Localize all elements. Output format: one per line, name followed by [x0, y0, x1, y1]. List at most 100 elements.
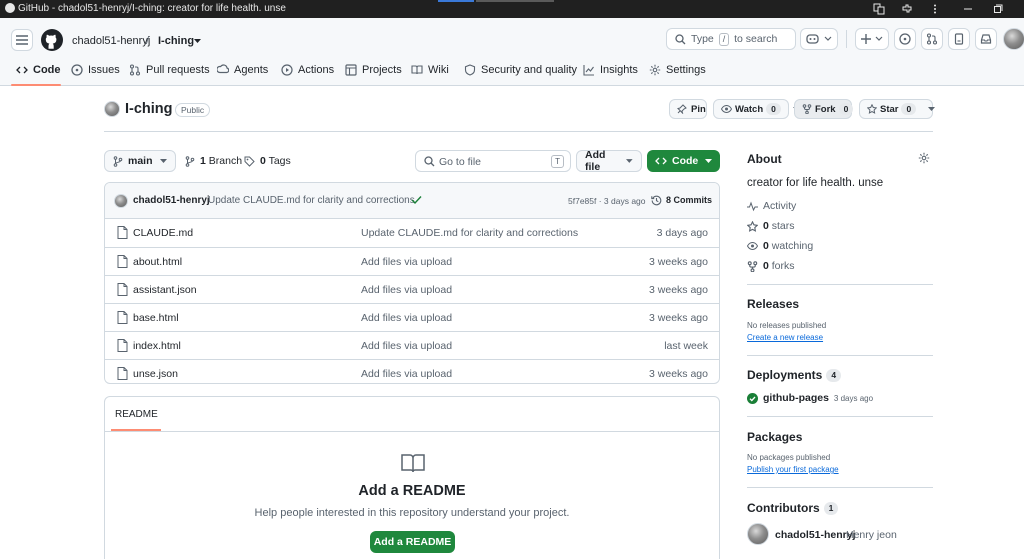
create-new-button[interactable] [855, 28, 889, 50]
publish-package-link[interactable]: Publish your first package [747, 465, 839, 474]
contributor-avatar[interactable] [747, 523, 769, 545]
file-row[interactable]: CLAUDE.md Update CLAUDE.md for clarity a… [105, 219, 719, 247]
file-commit-message[interactable]: Add files via upload [361, 368, 452, 380]
forks-label: forks [771, 260, 795, 272]
translate-icon[interactable] [873, 3, 885, 15]
gear-icon[interactable] [918, 152, 930, 164]
contributor-login[interactable]: chadol51-henryj [775, 529, 856, 541]
branch-selector[interactable]: main [104, 150, 176, 172]
table-icon [345, 64, 357, 76]
fork-button[interactable]: Fork 0 [794, 99, 854, 119]
packages-heading[interactable]: Packages [747, 430, 802, 444]
active-tab-underline [11, 84, 61, 86]
watch-button[interactable]: Watch 0 [713, 99, 800, 119]
file-name[interactable]: base.html [133, 312, 179, 324]
releases-heading[interactable]: Releases [747, 297, 799, 311]
breadcrumb-owner[interactable]: chadol51-henryj [72, 35, 150, 47]
tab-agents[interactable]: Agents [217, 64, 268, 86]
tab-projects[interactable]: Projects [345, 64, 402, 86]
search-prefix: Type [691, 33, 714, 45]
repo-title[interactable]: I-ching [125, 101, 173, 117]
notifications-button[interactable] [975, 28, 997, 50]
file-name[interactable]: CLAUDE.md [133, 227, 193, 239]
search-shortcut-key: / [718, 33, 730, 46]
restore-icon[interactable] [992, 3, 1004, 15]
tab-label: Agents [234, 64, 269, 76]
tab-insights[interactable]: Insights [583, 64, 638, 86]
file-row[interactable]: unse.json Add files via upload 3 weeks a… [105, 359, 719, 383]
add-readme-button[interactable]: Add a README [370, 531, 455, 553]
commit-author[interactable]: chadol51-henryj [133, 195, 210, 206]
menu-button[interactable] [11, 29, 33, 51]
code-dropdown-button[interactable]: Code [647, 150, 720, 172]
create-release-link[interactable]: Create a new release [747, 333, 823, 342]
watching-link[interactable]: 0 watching [747, 240, 813, 252]
star-button[interactable]: Star 0 [859, 99, 936, 119]
file-name[interactable]: unse.json [133, 368, 178, 380]
user-avatar[interactable] [1003, 28, 1024, 50]
deployments-heading[interactable]: Deployments 4 [747, 368, 842, 382]
tab-label: Pull requests [146, 64, 210, 76]
file-row[interactable]: base.html Add files via upload 3 weeks a… [105, 303, 719, 331]
tab-code[interactable]: Code [16, 64, 61, 86]
branches-link[interactable]: 1 Branch [185, 155, 242, 167]
tags-link[interactable]: 0 Tags [244, 155, 291, 167]
repositories-button[interactable] [948, 28, 970, 50]
file-commit-message[interactable]: Add files via upload [361, 284, 452, 296]
tab-settings[interactable]: Settings [649, 64, 706, 86]
minimize-icon[interactable] [962, 3, 974, 15]
contributors-heading[interactable]: Contributors 1 [747, 501, 839, 515]
more-icon[interactable] [929, 3, 941, 15]
sidebar-divider [747, 284, 933, 285]
tab-label: Settings [666, 64, 706, 76]
star-label: Star [880, 103, 899, 115]
copilot-button[interactable] [800, 28, 838, 50]
star-dropdown[interactable] [923, 100, 940, 118]
file-name[interactable]: about.html [133, 256, 182, 268]
eye-icon [721, 104, 732, 114]
forks-link[interactable]: 0 forks [747, 260, 795, 272]
repo-owner-avatar[interactable] [104, 101, 120, 117]
file-commit-message[interactable]: Add files via upload [361, 256, 452, 268]
breadcrumb-repo[interactable]: I-ching [158, 35, 194, 47]
search-input[interactable]: Type / to search [666, 28, 796, 50]
file-commit-message[interactable]: Add files via upload [361, 340, 452, 352]
branch-icon [113, 155, 123, 167]
github-header: chadol51-henryj / I-ching Type / to sear… [0, 18, 1024, 86]
add-file-button[interactable]: Add file [576, 149, 642, 173]
tab-security-and-quality[interactable]: Security and quality [464, 64, 577, 86]
file-row[interactable]: assistant.json Add files via upload 3 we… [105, 275, 719, 303]
tab-label: Projects [362, 64, 402, 76]
deployment-item[interactable]: github-pages 3 days ago [747, 392, 873, 404]
readme-tab[interactable]: README [115, 409, 158, 420]
stars-link[interactable]: 0 stars [747, 220, 795, 232]
activity-link[interactable]: Activity [747, 200, 796, 212]
commit-hash-age[interactable]: 5f7e85f · 3 days ago [568, 196, 646, 206]
commits-link[interactable]: 8 Commits [666, 195, 712, 205]
file-row[interactable]: about.html Add files via upload 3 weeks … [105, 247, 719, 275]
tab-issues[interactable]: Issues [71, 64, 120, 86]
issues-shortcut-button[interactable] [894, 28, 916, 50]
watching-count: 0 [763, 240, 769, 252]
extensions-icon[interactable] [901, 3, 913, 15]
tab-pull-requests[interactable]: Pull requests [129, 64, 210, 86]
pull-requests-shortcut-button[interactable] [921, 28, 943, 50]
file-commit-message[interactable]: Update CLAUDE.md for clarity and correct… [361, 227, 578, 239]
file-name[interactable]: assistant.json [133, 284, 197, 296]
file-name[interactable]: index.html [133, 340, 181, 352]
check-icon[interactable] [411, 195, 422, 205]
titlebar-accent [438, 0, 474, 2]
file-age: last week [664, 340, 708, 352]
tab-wiki[interactable]: Wiki [411, 64, 449, 86]
commit-message[interactable]: Update CLAUDE.md for clarity and correct… [208, 195, 415, 206]
file-row[interactable]: index.html Add files via upload last wee… [105, 331, 719, 359]
file-commit-message[interactable]: Add files via upload [361, 312, 452, 324]
chevron-down-icon[interactable] [194, 39, 201, 44]
github-logo-icon[interactable] [41, 29, 63, 51]
file-icon [117, 283, 128, 296]
pin-button[interactable]: Pin [669, 99, 707, 119]
commit-author-avatar[interactable] [114, 194, 128, 208]
go-to-file-input[interactable]: Go to file T [415, 150, 571, 172]
pulse-icon [747, 201, 758, 211]
tab-actions[interactable]: Actions [281, 64, 334, 86]
